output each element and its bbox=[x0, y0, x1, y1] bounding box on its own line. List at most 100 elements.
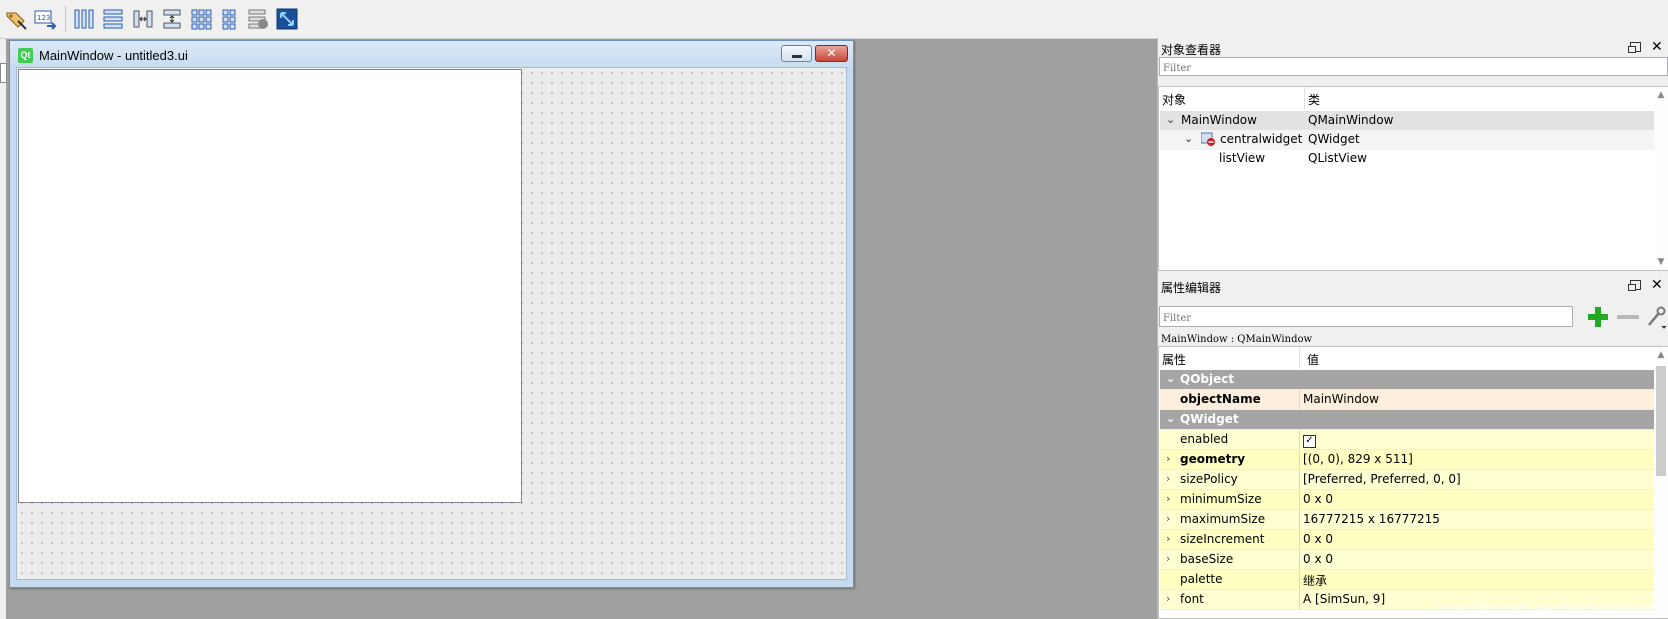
property-name: objectName bbox=[1180, 392, 1261, 406]
tree-row-listview[interactable]: listView QListView bbox=[1160, 149, 1657, 169]
property-group-qobject[interactable]: ⌄ QObject bbox=[1160, 370, 1655, 390]
edit-widgets-icon[interactable] bbox=[4, 7, 28, 31]
collapse-arrow-icon[interactable]: ⌄ bbox=[1166, 372, 1175, 385]
column-divider bbox=[1299, 470, 1300, 489]
property-row-basesize[interactable]: › baseSize 0 x 0 bbox=[1160, 550, 1655, 570]
column-divider bbox=[1299, 450, 1300, 469]
close-button[interactable]: ✕ bbox=[815, 45, 848, 62]
close-icon[interactable]: ✕ bbox=[1651, 39, 1663, 55]
layout-v-splitter-icon[interactable] bbox=[160, 7, 184, 31]
scroll-up-icon[interactable]: ▲ bbox=[1654, 90, 1668, 100]
object-filter-input[interactable] bbox=[1159, 57, 1668, 76]
expand-arrow-icon[interactable]: ⌄ bbox=[1184, 132, 1193, 145]
layout-form-icon[interactable] bbox=[218, 7, 242, 31]
object-tree-scrollbar[interactable]: ▲ ▼ bbox=[1654, 88, 1668, 269]
designer-toolbar: 123 bbox=[0, 0, 1668, 39]
property-editor-title: 属性编辑器 bbox=[1161, 281, 1222, 295]
tree-row-mainwindow[interactable]: ⌄ MainWindow QMainWindow bbox=[1160, 111, 1657, 131]
right-dock: 对象查看器 ✕ 对象 类 ⌄ MainWindow QMainWindow ⌄ … bbox=[1157, 38, 1668, 619]
property-subject: MainWindow : QMainWindow bbox=[1161, 334, 1313, 345]
float-icon[interactable] bbox=[1628, 42, 1641, 53]
property-row-objectname[interactable]: objectName MainWindow bbox=[1160, 390, 1655, 410]
property-value[interactable]: 0 x 0 bbox=[1303, 532, 1333, 546]
property-table-scrollbar[interactable]: ▲ bbox=[1654, 348, 1668, 618]
expand-arrow-icon[interactable]: › bbox=[1166, 512, 1170, 525]
collapse-arrow-icon[interactable]: ⌄ bbox=[1166, 412, 1175, 425]
property-table[interactable]: 属性 值 ⌄ QObject objectName MainWindow ⌄ Q… bbox=[1158, 346, 1668, 619]
left-dock-handle[interactable] bbox=[0, 63, 7, 83]
expand-arrow-icon[interactable]: › bbox=[1166, 592, 1170, 605]
adjust-size-icon[interactable] bbox=[275, 7, 299, 31]
property-value[interactable]: 继承 bbox=[1303, 572, 1327, 589]
header-divider bbox=[1299, 347, 1300, 369]
property-value[interactable]: [(0, 0), 829 x 511] bbox=[1303, 452, 1413, 466]
layout-grid-icon[interactable] bbox=[189, 7, 213, 31]
property-row-maximumsize[interactable]: › maximumSize 16777215 x 16777215 bbox=[1160, 510, 1655, 530]
layout-horizontal-icon[interactable] bbox=[72, 7, 96, 31]
column-header-class[interactable]: 类 bbox=[1308, 91, 1320, 108]
property-row-sizepolicy[interactable]: › sizePolicy [Preferred, Preferred, 0, 0… bbox=[1160, 470, 1655, 490]
expand-arrow-icon[interactable]: › bbox=[1166, 532, 1170, 545]
add-property-button[interactable] bbox=[1587, 306, 1609, 328]
property-editor-titlebar: 属性编辑器 ✕ bbox=[1158, 276, 1668, 296]
scrollbar-thumb[interactable] bbox=[1656, 366, 1666, 476]
object-tree[interactable]: 对象 类 ⌄ MainWindow QMainWindow ⌄ centralw… bbox=[1158, 86, 1668, 271]
edit-tab-order-icon[interactable]: 123 bbox=[33, 7, 57, 31]
property-value-cell: ✓ bbox=[1303, 432, 1316, 448]
configure-wrench-icon[interactable] bbox=[1645, 305, 1667, 329]
property-value[interactable]: A [SimSun, 9] bbox=[1303, 592, 1385, 606]
float-icon[interactable] bbox=[1628, 280, 1641, 291]
property-row-enabled[interactable]: enabled ✓ bbox=[1160, 430, 1655, 450]
expand-arrow-icon[interactable]: › bbox=[1166, 472, 1170, 485]
scroll-up-icon[interactable]: ▲ bbox=[1654, 350, 1668, 360]
property-group-qwidget[interactable]: ⌄ QWidget bbox=[1160, 410, 1655, 430]
remove-property-button[interactable] bbox=[1617, 315, 1639, 319]
tree-class-name: QListView bbox=[1308, 151, 1367, 165]
scroll-down-icon[interactable]: ▼ bbox=[1654, 257, 1668, 267]
watermark-text: https://blog.csdn.net/zhouzhiwengang bbox=[1436, 601, 1654, 616]
break-layout-icon[interactable] bbox=[246, 7, 270, 31]
property-name: geometry bbox=[1180, 452, 1246, 466]
column-header-object[interactable]: 对象 bbox=[1162, 91, 1186, 108]
property-value[interactable]: [Preferred, Preferred, 0, 0] bbox=[1303, 472, 1461, 486]
property-row-palette[interactable]: palette 继承 bbox=[1160, 570, 1655, 590]
tree-row-centralwidget[interactable]: ⌄ centralwidget QWidget bbox=[1160, 130, 1657, 150]
widget-no-layout-icon bbox=[1200, 132, 1215, 146]
layout-h-splitter-icon[interactable] bbox=[131, 7, 155, 31]
property-name: palette bbox=[1180, 572, 1223, 586]
minimize-button[interactable] bbox=[781, 45, 812, 62]
column-divider bbox=[1299, 570, 1300, 589]
property-filter-input[interactable] bbox=[1159, 306, 1573, 327]
object-inspector-titlebar: 对象查看器 ✕ bbox=[1158, 38, 1668, 58]
expand-arrow-icon[interactable]: › bbox=[1166, 492, 1170, 505]
property-value[interactable]: 16777215 x 16777215 bbox=[1303, 512, 1440, 526]
expand-arrow-icon[interactable]: › bbox=[1166, 452, 1170, 465]
property-value[interactable]: MainWindow bbox=[1303, 392, 1379, 406]
property-value[interactable]: 0 x 0 bbox=[1303, 552, 1333, 566]
property-row-minimumsize[interactable]: › minimumSize 0 x 0 bbox=[1160, 490, 1655, 510]
form-canvas[interactable] bbox=[16, 67, 847, 580]
property-name: maximumSize bbox=[1180, 512, 1266, 526]
close-icon: ✕ bbox=[826, 46, 837, 60]
column-divider bbox=[1299, 430, 1300, 449]
tree-class-name: QWidget bbox=[1308, 132, 1360, 146]
column-divider bbox=[1299, 530, 1300, 549]
property-name: sizePolicy bbox=[1180, 472, 1238, 486]
svg-text:123: 123 bbox=[37, 14, 50, 22]
form-titlebar[interactable]: Qt MainWindow - untitled3.ui ✕ bbox=[10, 41, 853, 69]
close-icon[interactable]: ✕ bbox=[1651, 277, 1663, 293]
column-header-value[interactable]: 值 bbox=[1307, 351, 1319, 368]
column-divider bbox=[1299, 510, 1300, 529]
property-row-sizeincrement[interactable]: › sizeIncrement 0 x 0 bbox=[1160, 530, 1655, 550]
layout-vertical-icon[interactable] bbox=[101, 7, 125, 31]
property-row-geometry[interactable]: › geometry [(0, 0), 829 x 511] bbox=[1160, 450, 1655, 470]
property-value[interactable]: 0 x 0 bbox=[1303, 492, 1333, 506]
expand-arrow-icon[interactable]: ⌄ bbox=[1166, 113, 1175, 126]
property-group-name: QWidget bbox=[1180, 412, 1239, 426]
form-window[interactable]: Qt MainWindow - untitled3.ui ✕ bbox=[9, 40, 854, 588]
list-view-widget[interactable] bbox=[18, 69, 522, 503]
property-name: minimumSize bbox=[1180, 492, 1262, 506]
expand-arrow-icon[interactable]: › bbox=[1166, 552, 1170, 565]
column-header-property[interactable]: 属性 bbox=[1162, 351, 1186, 368]
enabled-checkbox[interactable]: ✓ bbox=[1303, 435, 1316, 448]
